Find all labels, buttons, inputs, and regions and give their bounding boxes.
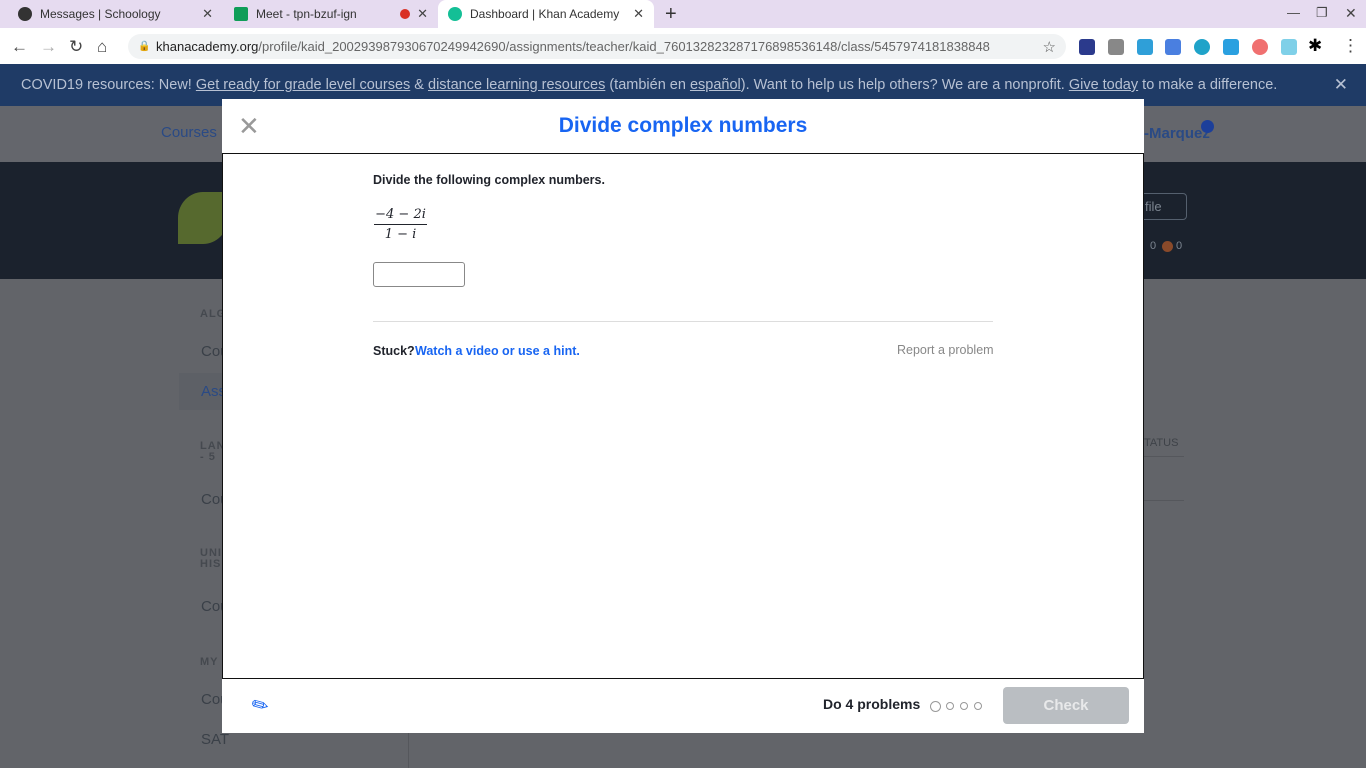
exercise-modal: ✕ Divide complex numbers Divide the foll… (222, 99, 1144, 733)
extension-icon[interactable] (1281, 39, 1297, 55)
home-icon[interactable]: ⌂ (97, 37, 107, 57)
progress-dot (974, 702, 982, 710)
banner-link-distance-learning[interactable]: distance learning resources (428, 77, 605, 93)
numerator: −4 − 2i (375, 207, 426, 222)
browser-menu-icon[interactable]: ⋮ (1342, 36, 1359, 56)
browser-tab-bar: Messages | Schoology ✕ Meet - tpn-bzuf-ig… (0, 0, 1366, 28)
close-banner-icon[interactable]: ✕ (1334, 75, 1348, 95)
reload-icon[interactable]: ↻ (69, 37, 83, 57)
question-prompt: Divide the following complex numbers. (373, 173, 605, 187)
banner-link-espanol[interactable]: español (690, 77, 741, 93)
modal-title: Divide complex numbers (558, 114, 808, 137)
url-bar[interactable]: 🔒 khanacademy.org/profile/kaid_2002939879… (128, 34, 1066, 59)
extension-icon[interactable] (1223, 39, 1239, 55)
hint-link[interactable]: Watch a video or use a hint. (415, 344, 580, 358)
url-path: /profile/kaid_200293987930670249942690/a… (258, 39, 990, 54)
banner-text: ). Want to help us help others? We are a… (740, 77, 1069, 93)
courses-menu[interactable]: Courses (161, 124, 217, 141)
banner-text: to make a difference. (1138, 77, 1278, 93)
stat-count: 0 (1176, 240, 1183, 252)
close-tab-icon[interactable]: ✕ (633, 6, 644, 22)
divider (1144, 456, 1184, 457)
minimize-button[interactable]: — (1287, 5, 1300, 20)
status-column-header: TATUS (1144, 437, 1179, 449)
banner-link-grade-level[interactable]: Get ready for grade level courses (196, 77, 410, 93)
banner-text: COVID19 resources: New! (21, 77, 192, 93)
tab-title: Messages | Schoology (40, 7, 161, 21)
stuck-label: Stuck? (373, 344, 415, 358)
lock-icon: 🔒 (138, 41, 151, 52)
restore-button[interactable]: ❐ (1316, 5, 1328, 21)
extension-icon[interactable] (1194, 39, 1210, 55)
forward-icon[interactable]: → (40, 37, 57, 57)
answer-input[interactable] (373, 262, 465, 287)
modal-header: ✕ Divide complex numbers (222, 99, 1144, 153)
schoology-icon (18, 7, 32, 21)
extension-icon[interactable] (1079, 39, 1095, 55)
stat-count: 0 (1150, 240, 1157, 252)
tab-khan-academy[interactable]: Dashboard | Khan Academy ✕ (438, 0, 654, 28)
close-modal-icon[interactable]: ✕ (238, 111, 260, 142)
divider (373, 321, 993, 322)
extension-icon[interactable] (1252, 39, 1268, 55)
banner-text: (también en (605, 77, 690, 93)
extension-icon[interactable] (1108, 39, 1124, 55)
tab-title: Meet - tpn-bzuf-ign (256, 7, 357, 21)
badge-icon (1162, 241, 1173, 252)
banner-text: & (410, 77, 428, 93)
close-tab-icon[interactable]: ✕ (202, 6, 213, 22)
close-window-button[interactable]: ✕ (1345, 5, 1357, 22)
scratchpad-icon[interactable]: ✎ (247, 690, 274, 720)
tab-title: Dashboard | Khan Academy (470, 7, 620, 21)
sidebar-section-label: MY (200, 656, 219, 668)
translate-extension-icon[interactable] (1165, 39, 1181, 55)
sidebar-section-label: UNI HIS (200, 547, 222, 570)
puzzle-extensions-icon[interactable]: ✱ (1308, 36, 1322, 56)
khan-icon (448, 7, 462, 21)
back-icon[interactable]: ← (11, 37, 28, 57)
close-tab-icon[interactable]: ✕ (417, 6, 428, 22)
meet-icon (234, 7, 248, 21)
bookmark-star-icon[interactable]: ☆ (1043, 38, 1056, 56)
extension-icon[interactable] (1137, 39, 1153, 55)
recording-icon (400, 9, 410, 19)
tab-meet[interactable]: Meet - tpn-bzuf-ign ✕ (224, 0, 438, 28)
user-menu[interactable]: -Marquez (1144, 125, 1210, 142)
notification-dot (1201, 120, 1214, 133)
progress-dot (930, 701, 941, 712)
url-domain: khanacademy.org (156, 39, 259, 54)
problem-count-label: Do 4 problems (823, 696, 921, 712)
denominator: 1 − i (384, 227, 417, 242)
check-button[interactable]: Check (1003, 687, 1129, 724)
fraction-bar (374, 224, 427, 225)
exercise-body: Divide the following complex numbers. −4… (222, 153, 1144, 679)
banner-link-give-today[interactable]: Give today (1069, 77, 1138, 93)
sidebar-item[interactable]: SAT (201, 731, 229, 748)
report-problem-link[interactable]: Report a problem (897, 343, 994, 357)
exercise-footer: ✎ Do 4 problems Check (222, 679, 1144, 733)
divider (1144, 500, 1184, 501)
new-tab-button[interactable]: + (665, 3, 677, 26)
tab-schoology[interactable]: Messages | Schoology ✕ (8, 0, 223, 28)
progress-dot (946, 702, 954, 710)
leaf-logo-icon (178, 192, 228, 244)
progress-dot (960, 702, 968, 710)
fraction: −4 − 2i 1 − i (374, 207, 427, 242)
